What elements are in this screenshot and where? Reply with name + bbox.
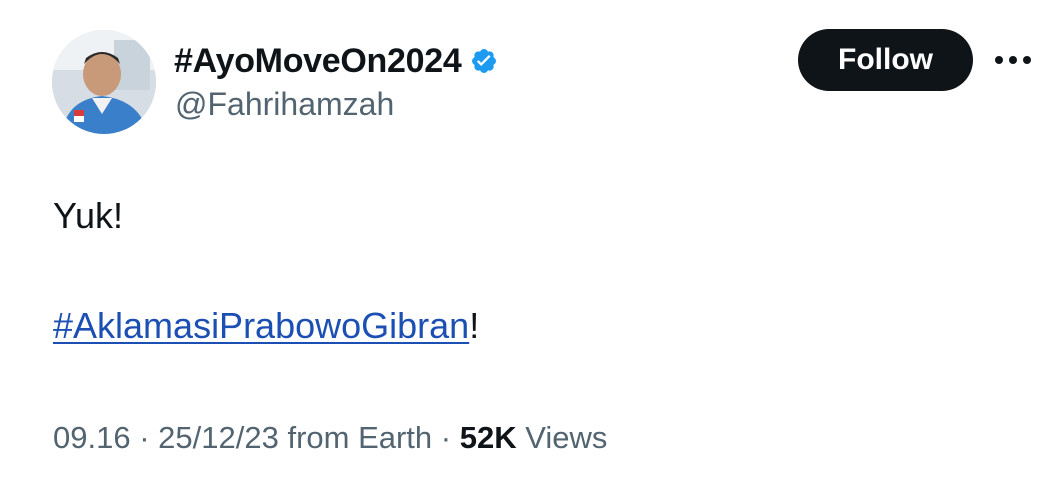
hashtag-line: #AklamasiPrabowoGibran! [53, 303, 479, 349]
hashtag-suffix: ! [469, 305, 480, 346]
views-label: Views [525, 420, 608, 455]
tweet-text: Yuk! [53, 195, 124, 236]
meta-separator: · [139, 420, 150, 455]
views-count[interactable]: 52K [460, 420, 517, 455]
more-options-icon[interactable] [990, 40, 1036, 80]
display-name[interactable]: #AyoMoveOn2024 [174, 40, 462, 82]
tweet-time[interactable]: 09.16 [53, 420, 131, 455]
author-handle[interactable]: @Fahrihamzah [175, 84, 394, 124]
follow-button[interactable]: Follow [798, 29, 973, 91]
hashtag-link[interactable]: #AklamasiPrabowoGibran [53, 305, 469, 346]
tweet-card: #AyoMoveOn2024 @Fahrihamzah Follow Yuk! … [0, 0, 1046, 478]
tweet-meta: 09.16 · 25/12/23 from Earth · 52K Views [53, 418, 607, 458]
verified-badge-icon [470, 47, 498, 75]
tweet-source: from Earth [287, 420, 433, 455]
avatar-photo [52, 30, 156, 134]
tweet-date[interactable]: 25/12/23 [158, 420, 279, 455]
avatar[interactable] [52, 30, 156, 134]
author-name-row: #AyoMoveOn2024 [174, 40, 498, 82]
meta-separator-2: · [440, 420, 452, 455]
